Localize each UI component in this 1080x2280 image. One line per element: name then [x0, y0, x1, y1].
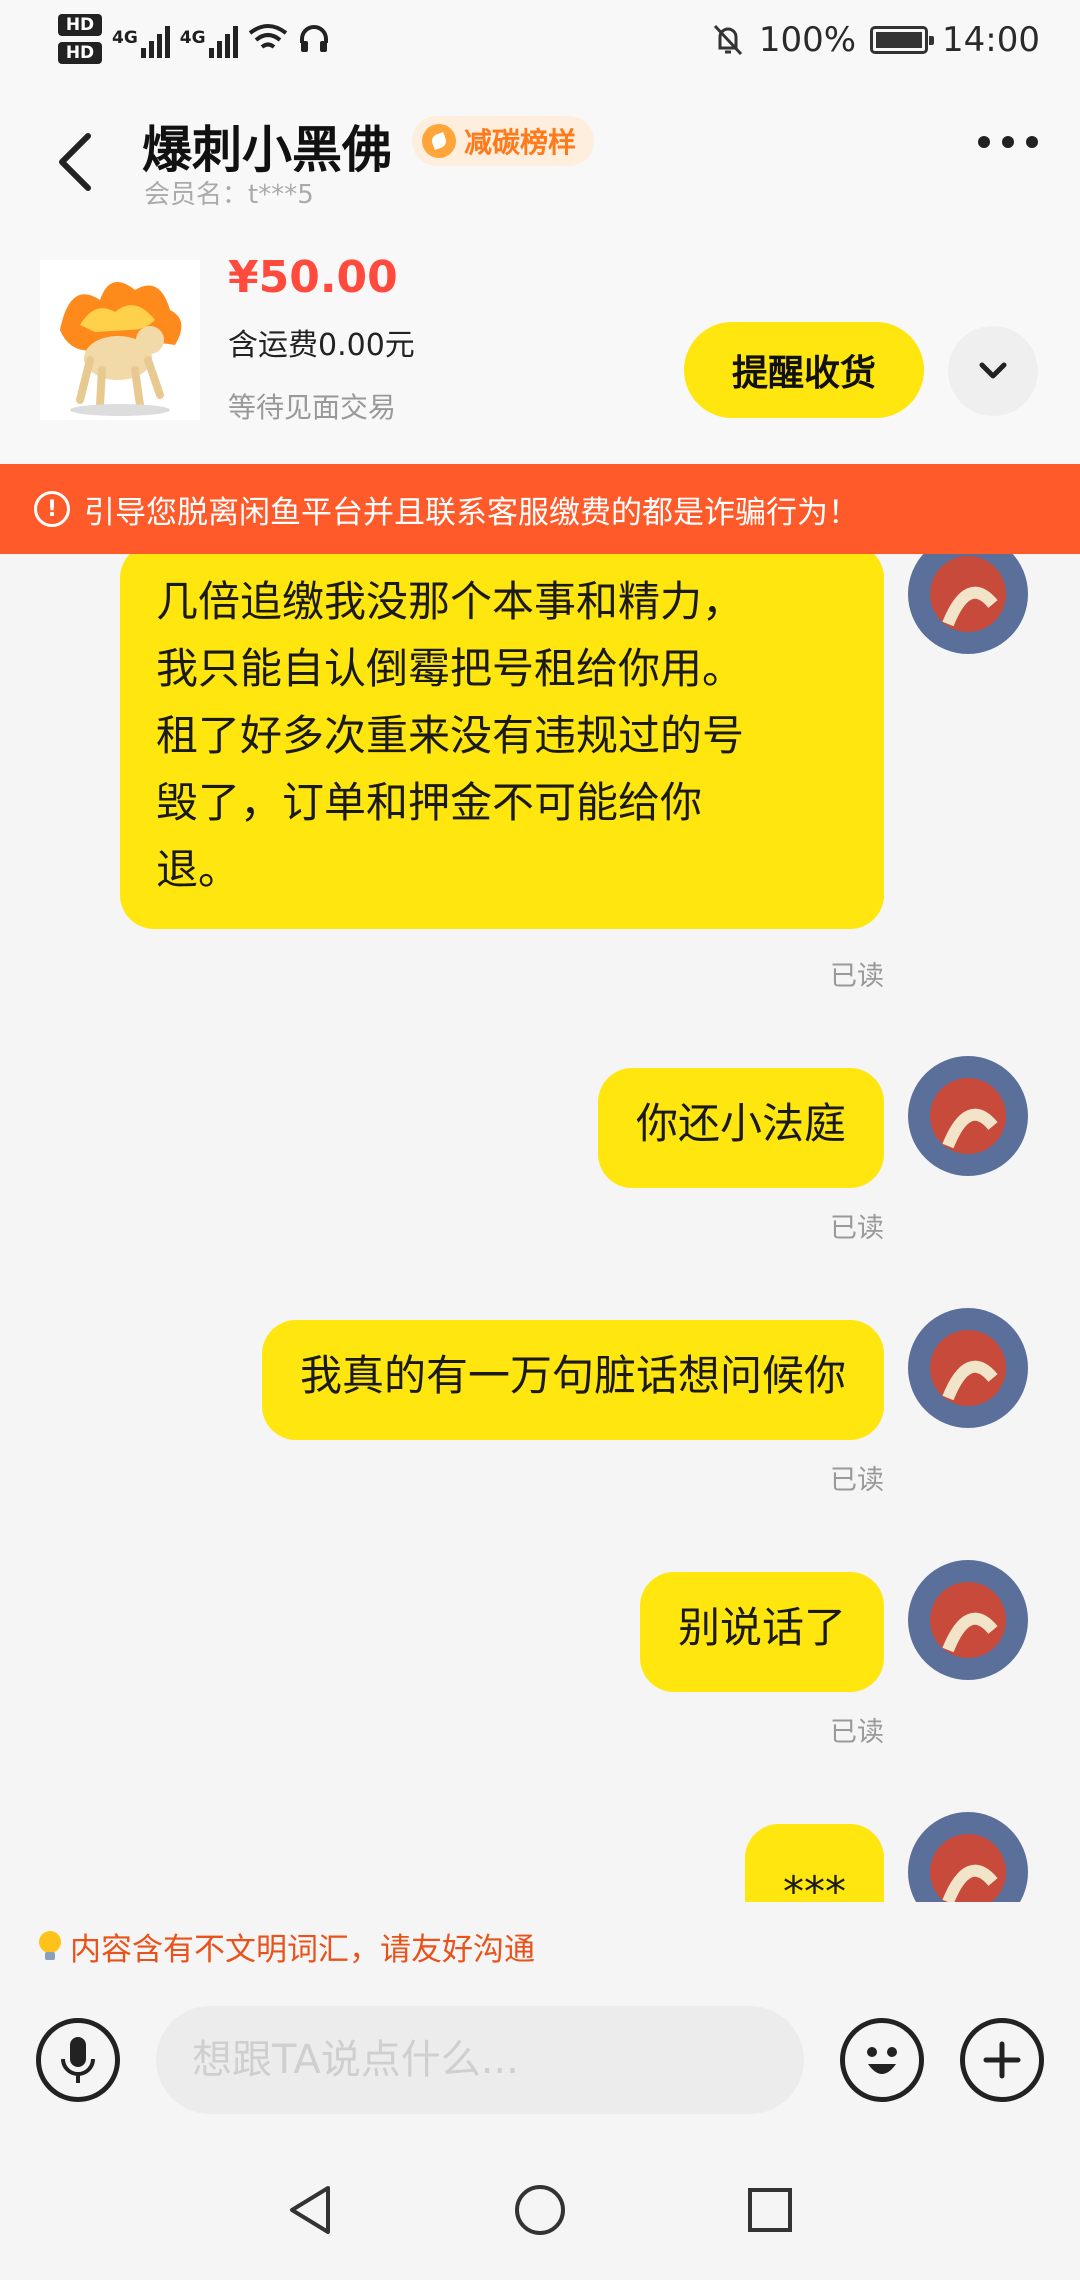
fraud-warning-banner: ! 引导您脱离闲鱼平台并且联系客服缴费的都是诈骗行为！: [0, 464, 1080, 554]
back-button[interactable]: [44, 116, 114, 206]
chevron-down-icon: [979, 362, 1007, 379]
smiley-icon: [867, 2047, 897, 2074]
alert-icon: !: [34, 491, 70, 527]
plus-icon: [983, 2041, 1021, 2079]
warning-text: 引导您脱离闲鱼平台并且联系客服缴费的都是诈骗行为！: [84, 494, 859, 531]
shipping-fee: 含运费0.00元: [228, 328, 415, 363]
hd-indicators: HD HD: [58, 14, 102, 64]
message-bubble[interactable]: 几倍追缴我没那个本事和精力， 我只能自认倒霉把号租给你用。 租了好多次重来没有违…: [120, 554, 884, 929]
read-receipt: 已读: [830, 1213, 884, 1244]
nav-back-icon[interactable]: [280, 2180, 340, 2240]
lightbulb-icon: [39, 1930, 61, 1960]
avatar[interactable]: [908, 1812, 1028, 1902]
add-button[interactable]: [960, 2018, 1044, 2102]
carbon-badge[interactable]: 减碳榜样: [412, 116, 595, 166]
input-bar: [0, 1990, 1080, 2130]
signal-1-icon: 4G: [112, 20, 170, 58]
badge-label: 减碳榜样: [464, 126, 577, 159]
read-receipt: 已读: [830, 1465, 884, 1496]
hd-indicator-2: HD: [58, 42, 102, 64]
member-name: 会员名：t***5: [144, 180, 314, 210]
message-bubble[interactable]: 别说话了: [639, 1572, 884, 1692]
message-list[interactable]: 几倍追缴我没那个本事和精力， 我只能自认倒霉把号租给你用。 租了好多次重来没有违…: [0, 554, 1080, 1902]
battery-icon: [870, 26, 935, 54]
status-right: 100% 14:00: [711, 20, 1040, 60]
headset-icon: [299, 25, 328, 52]
notice-text: 内容含有不文明词汇，请友好沟通: [70, 1932, 535, 1968]
microphone-icon: [61, 2037, 95, 2083]
trade-status: 等待见面交易: [228, 391, 397, 424]
civility-notice: 内容含有不文明词汇，请友好沟通: [36, 1924, 535, 1969]
product-price: ¥50.00: [228, 252, 398, 303]
signal-2-icon: 4G: [180, 20, 238, 58]
product-image[interactable]: [40, 260, 200, 420]
emoji-button[interactable]: [840, 2018, 924, 2102]
wifi-icon: [248, 24, 287, 49]
back-arrow-icon: [59, 133, 91, 191]
avatar[interactable]: [908, 1560, 1028, 1680]
product-card[interactable]: ¥50.00 含运费0.00元 等待见面交易 提醒收货: [0, 246, 1080, 464]
avatar[interactable]: [908, 1056, 1028, 1176]
leaf-icon: [422, 124, 456, 158]
chat-header: 爆刺小黑佛 减碳榜样 会员名：t***5: [0, 96, 1080, 246]
avatar[interactable]: [908, 554, 1028, 654]
remind-receipt-button[interactable]: 提醒收货: [684, 322, 924, 418]
message-bubble[interactable]: 我真的有一万句脏话想问候你: [261, 1320, 884, 1440]
system-nav-bar: [0, 2130, 1080, 2280]
hd-indicator-1: HD: [58, 14, 102, 36]
message-bubble[interactable]: ***: [745, 1824, 884, 1902]
avatar[interactable]: [908, 1308, 1028, 1428]
message-input[interactable]: [156, 2006, 804, 2114]
read-receipt: 已读: [830, 1717, 884, 1748]
battery-percent: 100%: [758, 20, 857, 60]
voice-button[interactable]: [36, 2018, 120, 2102]
read-receipt: 已读: [830, 961, 884, 992]
nav-home-icon[interactable]: [510, 2180, 570, 2240]
network-type-1: 4G: [112, 28, 138, 48]
message-bubble[interactable]: 你还小法庭: [597, 1068, 884, 1188]
expand-button[interactable]: [948, 326, 1038, 416]
status-left: HD HD 4G 4G: [58, 14, 330, 64]
status-bar: HD HD 4G 4G 100% 14:00: [0, 0, 1080, 96]
network-type-2: 4G: [179, 28, 206, 48]
contact-name[interactable]: 爆刺小黑佛: [142, 110, 392, 182]
clock: 14:00: [942, 20, 1040, 60]
more-options-button[interactable]: [978, 136, 1038, 148]
mute-bell-icon: [713, 24, 742, 56]
nav-recents-icon[interactable]: [740, 2180, 800, 2240]
more-dot-icon: [978, 136, 990, 148]
